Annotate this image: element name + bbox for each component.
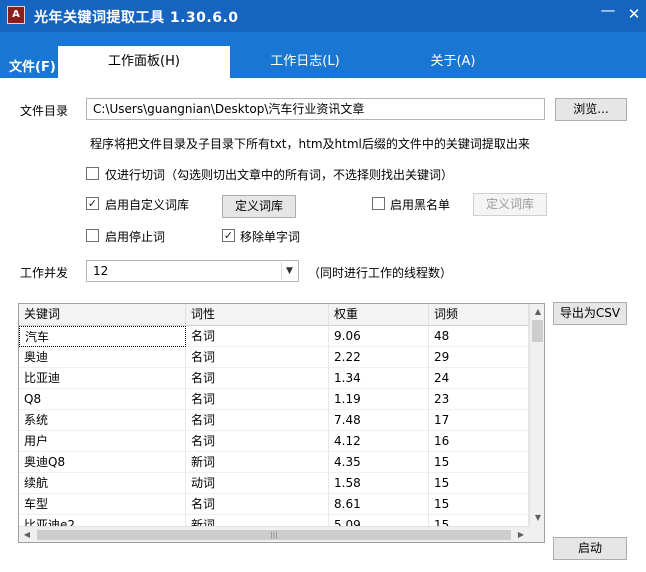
cell-keyword: 比亚迪 [19, 368, 186, 389]
stopwords-checkbox[interactable] [86, 229, 99, 242]
cell-frequency: 15 [429, 473, 529, 494]
browse-button[interactable]: 浏览... [555, 98, 627, 121]
table-row[interactable]: Q8 名词 1.19 23 [19, 389, 529, 410]
blacklist-checkbox[interactable] [372, 197, 385, 210]
app-icon: A [7, 6, 25, 24]
table-header: 关键词 词性 权重 词频 [19, 304, 529, 326]
cell-keyword: 用户 [19, 431, 186, 452]
table-row[interactable]: 奥迪Q8 新词 4.35 15 [19, 452, 529, 473]
menu-bar: 文件(F) 工作面板(H) 工作日志(L) 关于(A) [0, 32, 646, 78]
stopwords-label: 启用停止词 [105, 230, 166, 244]
window-title: 光年关键词提取工具 1.30.6.0 [34, 10, 239, 26]
chevron-down-icon: ▼ [281, 262, 297, 280]
tab-about[interactable]: 关于(A) [380, 46, 526, 78]
concurrency-select[interactable]: 12 ▼ [86, 260, 299, 282]
results-table[interactable]: 关键词 词性 权重 词频 汽车 名词 9.06 48 奥迪 名词 2.22 29 比亚迪 名词 1.… [18, 303, 545, 543]
concurrency-value: 12 [93, 264, 109, 278]
table-row[interactable]: 汽车 名词 9.06 48 [19, 326, 529, 347]
blacklist-label: 启用黑名单 [390, 198, 451, 212]
scroll-right-icon[interactable]: ▶ [513, 527, 529, 542]
start-button[interactable]: 启动 [553, 537, 627, 560]
menu-file[interactable]: 文件(F) [9, 56, 56, 75]
cell-frequency: 17 [429, 410, 529, 431]
hint-text: 程序将把文件目录及子目录下所有txt，htm及html后缀的文件中的关键词提取出… [90, 137, 530, 151]
tab-work-panel[interactable]: 工作面板(H) [58, 46, 230, 78]
cell-weight: 2.22 [329, 347, 429, 368]
cut-only-label: 仅进行切词（勾选则切出文章中的所有词，不选择则找出关键词） [105, 168, 454, 182]
custom-dict-label: 启用自定义词库 [105, 198, 190, 212]
cell-frequency: 16 [429, 431, 529, 452]
cell-keyword: 续航 [19, 473, 186, 494]
define-dict-button[interactable]: 定义词库 [222, 195, 296, 218]
table-row[interactable]: 用户 名词 4.12 16 [19, 431, 529, 452]
cell-pos: 新词 [186, 452, 329, 473]
cell-pos: 名词 [186, 431, 329, 452]
cell-frequency: 23 [429, 389, 529, 410]
cell-keyword: 汽车 [19, 326, 186, 347]
custom-dict-checkbox[interactable]: ✓ [86, 197, 99, 210]
cell-keyword: 系统 [19, 410, 186, 431]
scroll-down-icon[interactable]: ▼ [530, 510, 544, 526]
cell-frequency: 15 [429, 494, 529, 515]
cell-pos: 名词 [186, 347, 329, 368]
cell-weight: 4.12 [329, 431, 429, 452]
cell-frequency: 15 [429, 452, 529, 473]
table-row[interactable]: 系统 名词 7.48 17 [19, 410, 529, 431]
concurrency-hint: （同时进行工作的线程数） [308, 266, 453, 280]
table-row[interactable]: 车型 名词 8.61 15 [19, 494, 529, 515]
cell-frequency: 29 [429, 347, 529, 368]
cell-pos: 名词 [186, 389, 329, 410]
dir-input[interactable]: C:\Users\guangnian\Desktop\汽车行业资讯文章 [86, 98, 545, 120]
cell-pos: 名词 [186, 494, 329, 515]
table-row[interactable]: 比亚迪 名词 1.34 24 [19, 368, 529, 389]
horizontal-scroll-thumb[interactable]: ||| [37, 530, 511, 540]
vertical-scroll-thumb[interactable] [532, 320, 543, 342]
cell-weight: 1.34 [329, 368, 429, 389]
column-header-keyword[interactable]: 关键词 [19, 304, 186, 326]
scroll-corner [529, 526, 544, 542]
concurrency-label: 工作并发 [20, 266, 69, 280]
dir-label: 文件目录 [20, 104, 69, 118]
table-row[interactable]: 续航 动词 1.58 15 [19, 473, 529, 494]
cell-keyword: 车型 [19, 494, 186, 515]
define-blacklist-button[interactable]: 定义词库 [473, 193, 547, 216]
cell-keyword: Q8 [19, 389, 186, 410]
cell-frequency: 24 [429, 368, 529, 389]
cell-weight: 1.58 [329, 473, 429, 494]
cell-pos: 名词 [186, 410, 329, 431]
column-header-weight[interactable]: 权重 [329, 304, 429, 326]
cell-weight: 9.06 [329, 326, 429, 347]
cell-pos: 名词 [186, 326, 329, 347]
scroll-left-icon[interactable]: ◀ [19, 527, 35, 542]
work-panel: 文件目录 C:\Users\guangnian\Desktop\汽车行业资讯文章… [0, 78, 646, 572]
tab-work-log[interactable]: 工作日志(L) [230, 46, 380, 78]
column-header-pos[interactable]: 词性 [186, 304, 329, 326]
vertical-scrollbar[interactable]: ▲ ▼ [529, 304, 544, 526]
cell-weight: 1.19 [329, 389, 429, 410]
cell-weight: 7.48 [329, 410, 429, 431]
cell-frequency: 48 [429, 326, 529, 347]
cell-keyword: 奥迪 [19, 347, 186, 368]
column-header-frequency[interactable]: 词频 [429, 304, 529, 326]
cell-pos: 名词 [186, 368, 329, 389]
cell-weight: 4.35 [329, 452, 429, 473]
cell-keyword: 奥迪Q8 [19, 452, 186, 473]
scroll-up-icon[interactable]: ▲ [530, 304, 544, 320]
horizontal-scrollbar[interactable]: ◀ ||| ▶ [19, 526, 529, 542]
table-row[interactable]: 奥迪 名词 2.22 29 [19, 347, 529, 368]
title-bar: A 光年关键词提取工具 1.30.6.0 — ✕ [0, 0, 646, 32]
remove-single-label: 移除单字词 [240, 230, 301, 244]
cell-pos: 动词 [186, 473, 329, 494]
remove-single-checkbox[interactable]: ✓ [222, 229, 235, 242]
cell-weight: 8.61 [329, 494, 429, 515]
close-button[interactable]: ✕ [624, 4, 644, 24]
minimize-button[interactable]: — [598, 0, 618, 20]
cut-only-checkbox[interactable] [86, 167, 99, 180]
export-csv-button[interactable]: 导出为CSV [553, 302, 627, 325]
